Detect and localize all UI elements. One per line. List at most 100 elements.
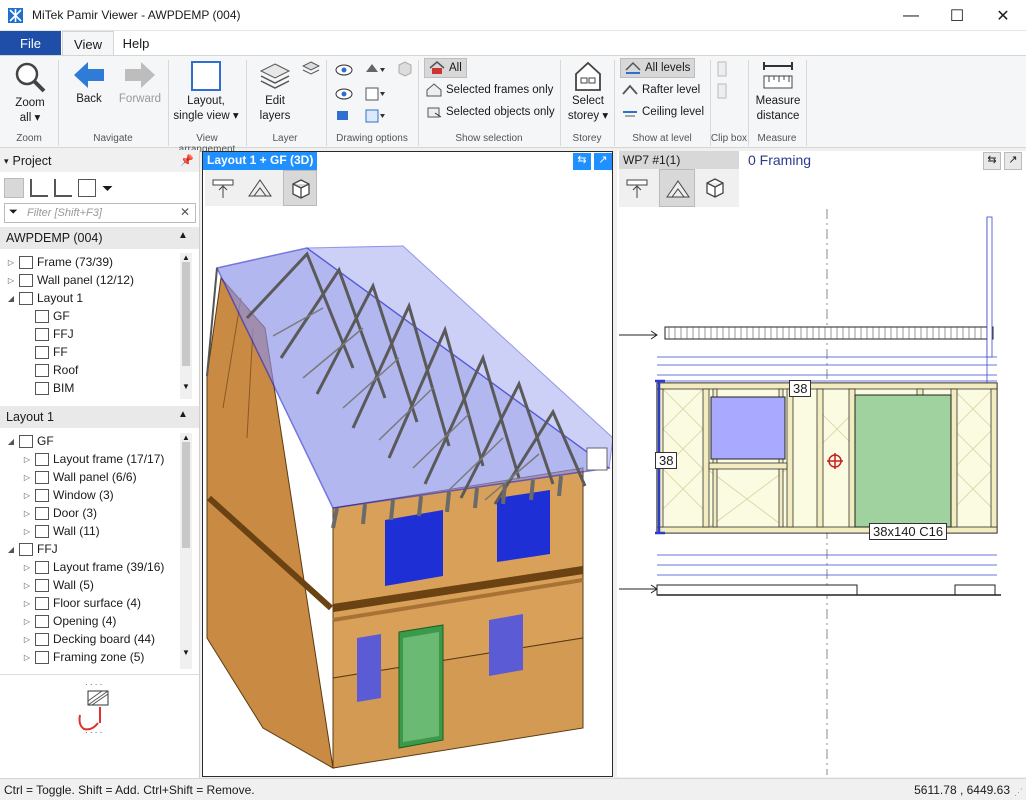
tree-item[interactable]: ▷ Floor surface (4) (0, 594, 141, 612)
paint-icon[interactable] (334, 108, 354, 124)
group-tree-icon[interactable] (54, 179, 72, 197)
viewport-3d[interactable]: Layout 1 + GF (3D) ⇆ ↗ (202, 151, 613, 777)
tree-item[interactable]: ▷ Wall panel (12/12) (0, 271, 134, 289)
expand-toggle-icon[interactable]: ▷ (22, 527, 32, 536)
swap-view-icon[interactable]: ⇆ (573, 153, 591, 170)
expand-toggle-icon[interactable]: ▷ (22, 455, 32, 464)
clip-box-toggle-icon[interactable] (716, 82, 730, 100)
sort-tree-icon[interactable] (30, 179, 48, 197)
close-button[interactable]: ✕ (980, 0, 1026, 31)
elevation-view-button[interactable] (659, 169, 695, 207)
pointer-icon[interactable] (364, 62, 386, 78)
project-tree-scrollbar[interactable]: ▲ ▼ (180, 253, 192, 399)
show-all-button[interactable]: All (424, 58, 467, 78)
measure-distance-button[interactable]: Measure distance (752, 60, 804, 124)
minimize-button[interactable]: — (888, 0, 934, 31)
expand-toggle-icon[interactable]: ◢ (6, 294, 16, 303)
tree-item[interactable]: ▷ Wall (5) (0, 576, 94, 594)
maximize-view-icon[interactable]: ↗ (1004, 152, 1022, 170)
tree-item[interactable]: ▷ Window (3) (0, 486, 114, 504)
elevation-view-icon[interactable] (247, 176, 273, 200)
resize-grip-icon[interactable]: ⋰ (1014, 787, 1023, 798)
eye-icon[interactable] (334, 62, 354, 78)
expand-toggle-icon[interactable]: ◢ (6, 437, 16, 446)
tree-item[interactable]: BIM (0, 379, 74, 397)
eye-icon[interactable] (334, 86, 354, 102)
tree-item[interactable]: GF (0, 307, 70, 325)
expand-toggle-icon[interactable]: ▷ (22, 635, 32, 644)
collapse-icon[interactable]: ▲ (178, 230, 188, 241)
layout-tree-scrollbar[interactable]: ▲ ▼ (180, 433, 192, 669)
tree-item[interactable]: Roof (0, 361, 78, 379)
expand-toggle-icon[interactable]: ▷ (22, 473, 32, 482)
collapse-icon[interactable]: ▲ (178, 409, 188, 420)
tree-item[interactable]: ▷ Decking board (44) (0, 630, 155, 648)
section-header-layout[interactable]: Layout 1 ▲ (0, 406, 199, 428)
3d-view-button[interactable] (283, 170, 317, 206)
pin-icon[interactable]: 📌 (180, 154, 194, 167)
select-storey-button[interactable]: Select storey ▾ (564, 60, 612, 124)
cube-3d-icon[interactable] (703, 176, 727, 200)
layer-stack-icon[interactable] (302, 60, 320, 78)
tree-view-icon[interactable] (4, 178, 24, 198)
tree-item[interactable]: FF (0, 343, 68, 361)
expand-toggle-icon[interactable]: ▷ (22, 599, 32, 608)
ceiling-level-button[interactable]: Ceiling level (622, 102, 704, 122)
selected-frames-label: Selected frames only (446, 84, 554, 96)
wall-panel-tab[interactable]: WP7 #1(1) (619, 151, 739, 169)
house-3d-model[interactable] (203, 208, 612, 776)
tab-help[interactable]: Help (114, 31, 158, 55)
tree-item[interactable]: ◢ GF (0, 432, 54, 450)
filter-icon[interactable]: ⏷ (102, 180, 113, 197)
selected-frames-only-button[interactable]: Selected frames only (426, 80, 553, 100)
maximize-view-icon[interactable]: ↗ (594, 153, 612, 170)
expand-toggle-icon[interactable]: ▷ (22, 653, 32, 662)
label-options-icon[interactable] (364, 108, 386, 124)
tree-item[interactable]: ◢ FFJ (0, 540, 58, 558)
member-tag[interactable]: 38 (789, 380, 812, 397)
zoom-all-button[interactable]: Zoom all ▾ (8, 60, 52, 126)
cube-icon[interactable] (396, 60, 414, 78)
expand-toggle-icon[interactable]: ▷ (22, 491, 32, 500)
expand-toggle-icon[interactable]: ◢ (6, 545, 16, 554)
back-button[interactable]: Back (68, 60, 110, 107)
expand-toggle-icon[interactable]: ▷ (6, 276, 16, 285)
plan-view-icon[interactable] (211, 176, 235, 200)
plan-view-icon[interactable] (625, 176, 649, 200)
tree-item[interactable]: ▷ Framing zone (5) (0, 648, 144, 666)
all-levels-button[interactable]: All levels (620, 58, 696, 78)
tree-item[interactable]: ▷ Opening (4) (0, 612, 116, 630)
filter-input[interactable]: ⏷ Filter [Shift+F3] ✕ (4, 203, 196, 223)
tree-item[interactable]: ▷ Wall panel (6/6) (0, 468, 137, 486)
forward-button[interactable]: Forward (116, 60, 164, 107)
expand-toggle-icon[interactable]: ▷ (22, 617, 32, 626)
edit-layers-button[interactable]: Edit layers (252, 60, 298, 124)
selected-objects-only-button[interactable]: Selected objects only (426, 102, 555, 122)
swap-view-icon[interactable]: ⇆ (983, 152, 1001, 170)
tree-item[interactable]: ▷ Layout frame (39/16) (0, 558, 164, 576)
tree-item[interactable]: ▷ Layout frame (17/17) (0, 450, 164, 468)
expand-toggle-icon[interactable]: ▷ (22, 563, 32, 572)
wall-panel-drawing[interactable] (617, 209, 1026, 775)
viewport-2d[interactable]: WP7 #1(1) 0 Framing ⇆ ↗ 38 38 38x140 C16 (617, 151, 1026, 777)
clip-box-icon[interactable] (716, 60, 730, 78)
member-size-tag[interactable]: 38x140 C16 (869, 523, 948, 540)
clear-filter-icon[interactable]: ✕ (180, 205, 190, 219)
expand-toggle-icon[interactable]: ▷ (22, 509, 32, 518)
tree-item[interactable]: ▷ Frame (73/39) (0, 253, 113, 271)
tree-item[interactable]: FFJ (0, 325, 74, 343)
frame-options-icon[interactable] (364, 86, 386, 102)
expand-toggle-icon[interactable]: ▷ (22, 581, 32, 590)
tree-item[interactable]: ▷ Wall (11) (0, 522, 100, 540)
tab-view[interactable]: View (62, 31, 114, 56)
rafter-level-button[interactable]: Rafter level (622, 80, 700, 100)
tree-item[interactable]: ◢ Layout 1 (0, 289, 83, 307)
list-tree-icon[interactable] (78, 179, 96, 197)
layout-single-view-button[interactable]: Layout, single view ▾ (172, 60, 240, 124)
section-header-project[interactable]: AWPDEMP (004) ▲ (0, 227, 199, 249)
tree-item[interactable]: ▷ Door (3) (0, 504, 97, 522)
tab-file[interactable]: File (0, 31, 61, 55)
expand-toggle-icon[interactable]: ▷ (6, 258, 16, 267)
member-tag[interactable]: 38 (655, 452, 678, 469)
maximize-button[interactable]: ☐ (934, 0, 980, 31)
